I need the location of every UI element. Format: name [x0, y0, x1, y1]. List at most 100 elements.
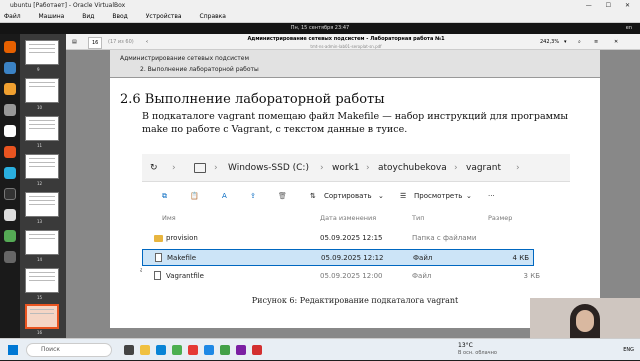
- copy-icon: ⧉: [162, 192, 167, 200]
- vbox-title: ubuntu [Работает] - Oracle VirtualBox: [10, 2, 126, 9]
- thumb-num: 15: [37, 295, 43, 300]
- thumbnail-page[interactable]: [25, 40, 59, 65]
- thumbnail-page[interactable]: [25, 268, 59, 293]
- document-viewer-icon[interactable]: [4, 209, 16, 221]
- start-icon[interactable]: [8, 345, 18, 355]
- monitor-icon: [194, 163, 206, 173]
- app-icon[interactable]: [252, 345, 262, 355]
- file-type: Папка с файлами: [412, 234, 477, 242]
- sidebar-toggle-icon[interactable]: ▤: [72, 34, 77, 50]
- thunderbird-icon[interactable]: [4, 62, 16, 74]
- window-controls[interactable]: — ☐ ✕: [586, 0, 636, 11]
- thumbnail-page-selected[interactable]: [25, 304, 59, 329]
- software-icon[interactable]: [4, 146, 16, 158]
- menu-input[interactable]: Ввод: [112, 13, 127, 20]
- gnome-top-bar: Пн, 15 сентября 23:47 en: [0, 23, 640, 34]
- firefox-icon[interactable]: [4, 41, 16, 53]
- app-icon[interactable]: [204, 345, 214, 355]
- sort-chevron-icon: ⌄: [378, 192, 384, 200]
- folder-icon: [154, 235, 163, 242]
- file-type: Файл: [413, 254, 433, 262]
- zoom-dropdown-icon[interactable]: ▾: [564, 34, 567, 50]
- file-size: 3 КБ: [523, 272, 540, 280]
- menu-help[interactable]: Справка: [200, 13, 226, 20]
- column-headers: Имя Дата изменения Тип Размер: [142, 210, 570, 226]
- file-name: provision: [166, 234, 198, 242]
- vbox-title-bar: ubuntu [Работает] - Oracle VirtualBox — …: [0, 0, 640, 11]
- slide-header: Администрирование сетевых подсистем 2. В…: [110, 50, 600, 78]
- taskview-icon[interactable]: [124, 345, 134, 355]
- col-name: Имя: [162, 214, 176, 222]
- close-icon[interactable]: ✕: [614, 34, 618, 50]
- col-date: Дата изменения: [320, 214, 377, 222]
- app-icon[interactable]: [188, 345, 198, 355]
- menu-view[interactable]: Вид: [82, 13, 94, 20]
- thumb-num: 10: [37, 105, 43, 110]
- paste-icon: 📋: [190, 192, 199, 200]
- figure-caption: Рисунок 6: Редактирование подкаталога va…: [251, 296, 459, 305]
- thumbnail-sidebar: 9 10 11 12 13 14 15 16: [20, 34, 66, 338]
- files-icon[interactable]: [4, 83, 16, 95]
- chevron-icon: ›: [320, 163, 324, 173]
- file-row: Vagrantfile 05.09.2025 12:00 Файл 3 КБ: [142, 268, 570, 285]
- col-size: Размер: [488, 214, 513, 222]
- menu-icon[interactable]: ≡: [594, 34, 598, 50]
- delete-icon: 🗑: [278, 192, 287, 200]
- address-bar: ↻ › › Windows-SSD (C:) › work1 › atoychu…: [142, 154, 570, 182]
- menu-machine[interactable]: Машина: [39, 13, 65, 20]
- chevron-icon: ›: [366, 163, 370, 173]
- nav-left-icon[interactable]: ‹: [146, 34, 148, 50]
- document-area[interactable]: Администрирование сетевых подсистем 2. В…: [66, 50, 640, 338]
- store-icon[interactable]: [172, 345, 182, 355]
- page-number-input[interactable]: 16: [88, 37, 103, 49]
- thumbnail-page[interactable]: [25, 154, 59, 179]
- terminal-icon[interactable]: [4, 188, 16, 200]
- thumb-num: 13: [37, 219, 43, 224]
- search-icon[interactable]: ⌕: [578, 34, 581, 50]
- face: [576, 310, 594, 332]
- file-row-selected: Makefile 05.09.2025 12:12 Файл 4 КБ: [142, 249, 534, 266]
- sort-label: Сортировать: [324, 192, 372, 200]
- file-name: Makefile: [167, 254, 197, 262]
- writer-icon[interactable]: [4, 125, 16, 137]
- view-icon: ☰: [400, 192, 407, 200]
- explorer-icon[interactable]: [140, 345, 150, 355]
- path-work1: work1: [332, 163, 360, 173]
- sort-icon: ⇅: [310, 192, 316, 200]
- file-icon: [155, 253, 162, 262]
- file-date: 05.09.2025 12:12: [321, 254, 384, 262]
- explorer-screenshot: ↻ › › Windows-SSD (C:) › work1 › atoychu…: [142, 154, 570, 289]
- thumbnail-page[interactable]: [25, 78, 59, 103]
- search-input[interactable]: Поиск: [26, 343, 112, 357]
- thumbnail-page[interactable]: [25, 230, 59, 255]
- lang-indicator[interactable]: ENG: [623, 339, 634, 361]
- webcam-overlay: [530, 298, 640, 338]
- trash-icon[interactable]: [4, 230, 16, 242]
- chrome-icon[interactable]: [220, 345, 230, 355]
- search-placeholder: Поиск: [41, 346, 61, 353]
- header-line-1: Администрирование сетевых подсистем: [120, 55, 249, 62]
- file-size: 4 КБ: [512, 254, 529, 262]
- path-user: atoychubekova: [378, 163, 447, 173]
- clock[interactable]: Пн, 15 сентября 23:47: [0, 23, 640, 34]
- chevron-icon: ›: [454, 163, 458, 173]
- menu-file[interactable]: Файл: [4, 13, 21, 20]
- app-icon[interactable]: [236, 345, 246, 355]
- edge-icon[interactable]: [156, 345, 166, 355]
- file-date: 05.09.2025 12:00: [320, 272, 383, 280]
- menu-devices[interactable]: Устройства: [146, 13, 182, 20]
- weather-desc[interactable]: В осн. облачно: [458, 349, 497, 358]
- lang-indicator[interactable]: en: [626, 23, 632, 34]
- thumbnail-page[interactable]: [25, 116, 59, 141]
- file-type: Файл: [412, 272, 432, 280]
- thumbnail-page[interactable]: [25, 192, 59, 217]
- rhythmbox-icon[interactable]: [4, 104, 16, 116]
- zoom-level[interactable]: 242,3%: [540, 34, 559, 50]
- thumb-num: 11: [37, 143, 43, 148]
- thumb-num: 9: [37, 67, 40, 72]
- help-icon[interactable]: [4, 167, 16, 179]
- apps-grid-icon[interactable]: [4, 251, 16, 263]
- share-icon: ⇪: [250, 192, 256, 200]
- chevron-icon: ›: [516, 163, 520, 173]
- ubuntu-dock: [0, 34, 20, 338]
